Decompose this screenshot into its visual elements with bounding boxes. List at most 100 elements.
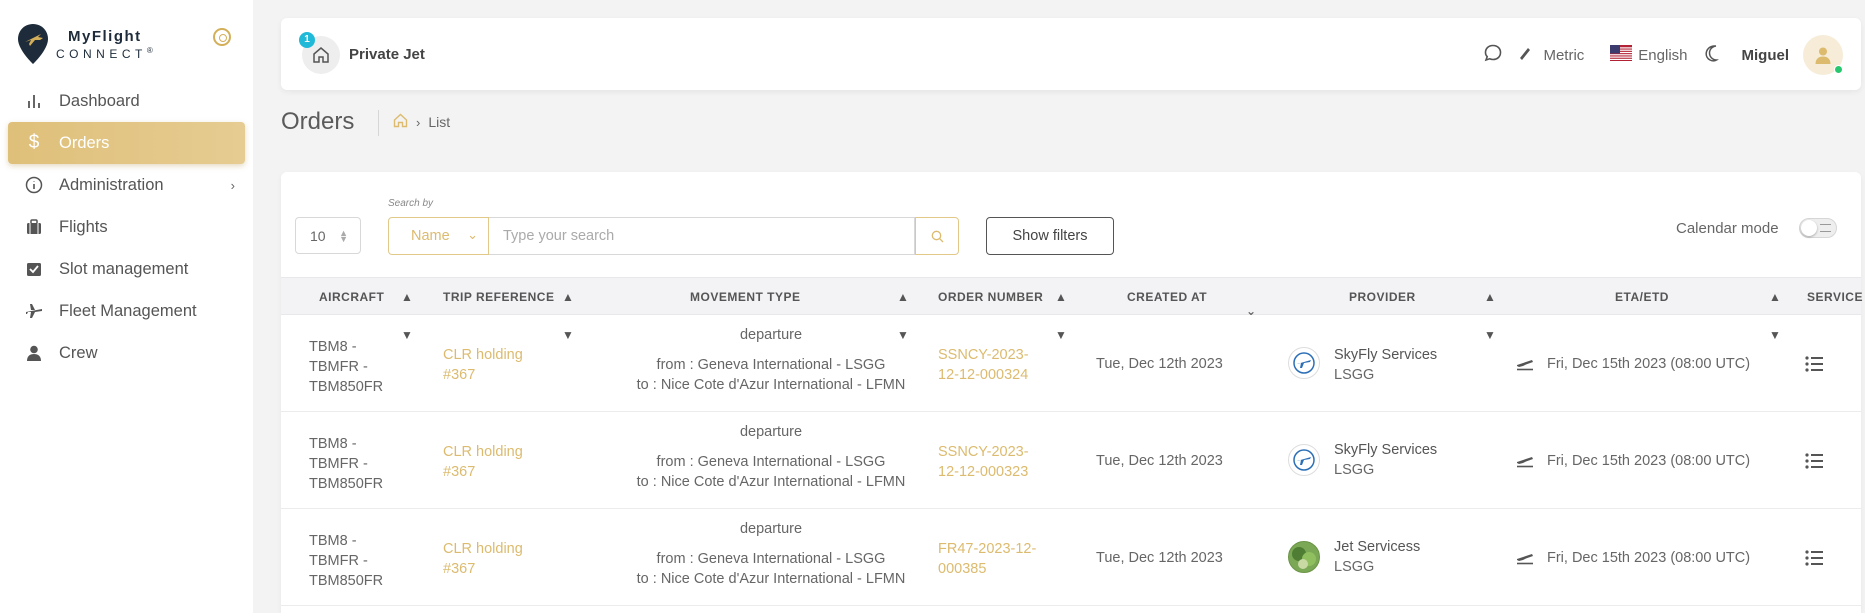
column-header-provider[interactable]: PROVIDER [1349, 278, 1416, 316]
search-button[interactable] [915, 217, 959, 255]
provider-cell: SkyFly Services LSGG [1334, 347, 1438, 383]
user-name[interactable]: Miguel [1742, 47, 1790, 64]
provider-cell: Jet Servicess LSGG [1334, 539, 1421, 575]
notification-badge: 1 [299, 32, 315, 48]
sidebar-item-label: Slot management [59, 259, 189, 278]
sort-icon[interactable]: ▲ ▼ [1055, 278, 1067, 342]
list-icon[interactable] [1804, 452, 1824, 470]
search-field-value: Name [411, 228, 450, 244]
eta-cell: Fri, Dec 15th 2023 (08:00 UTC) [1547, 453, 1751, 469]
us-flag-icon[interactable] [1610, 45, 1633, 65]
column-header-aircraft[interactable]: AIRCRAFT [319, 278, 384, 316]
organization-name: Private Jet [349, 46, 425, 63]
dollar-icon: $ [28, 132, 40, 153]
search-label: Search by [388, 198, 434, 209]
avatar[interactable] [1803, 35, 1843, 75]
orders-card: 10 ▲▼ Search by Name ⌄ Show filters Cale… [281, 172, 1863, 613]
calendar-mode-toggle[interactable] [1799, 218, 1837, 238]
plane-departure-icon [1517, 360, 1533, 371]
chevron-down-icon: ⌄ [467, 227, 478, 242]
sort-updown-icon: ▲ ▼ [339, 228, 348, 244]
sort-icon[interactable]: ▲ ▼ [1484, 278, 1496, 342]
sidebar-item-orders[interactable]: $ Orders [8, 122, 245, 164]
sidebar-item-label: Flights [59, 217, 108, 236]
provider-logo [1288, 541, 1320, 573]
ruler-icon[interactable] [1517, 45, 1533, 65]
user-icon [1815, 47, 1831, 64]
top-bar-actions: Metric English Miguel [1469, 35, 1843, 75]
page-size-value: 10 [310, 228, 326, 244]
provider-logo [1288, 444, 1320, 476]
sidebar-item-slot-management[interactable]: Slot management [8, 248, 245, 290]
aircraft-cell: TBM8 - TBMFR - TBM850FR [309, 533, 384, 589]
sort-icon[interactable]: ▲ ▼ [562, 278, 574, 342]
search-field-select[interactable]: Name ⌄ [388, 217, 489, 255]
logo-subtitle: CONNECT® [56, 45, 153, 61]
sidebar-item-label: Fleet Management [59, 301, 197, 320]
logo-pin-icon [18, 24, 48, 64]
search-group: Name ⌄ [388, 217, 959, 255]
show-filters-button[interactable]: Show filters [986, 217, 1114, 255]
order-number-link[interactable]: FR47-2023-12- 000385 [938, 539, 1048, 579]
sidebar-item-label: Administration [59, 175, 164, 194]
sidebar-nav: Dashboard $ Orders Administration › Flig… [0, 80, 253, 374]
moon-icon[interactable] [1704, 44, 1722, 66]
sort-icon[interactable]: ▲ ▼ [897, 278, 909, 342]
column-header-movement-type[interactable]: MOVEMENT TYPE [690, 278, 801, 316]
column-header-services[interactable]: SERVICE [1807, 278, 1863, 316]
sidebar-collapse-toggle[interactable] [213, 28, 231, 46]
table-header: AIRCRAFT ▲ ▼ TRIP REFERENCE ▲ ▼ MOVEMENT T… [281, 277, 1863, 342]
list-icon [1820, 224, 1831, 232]
provider-logo [1288, 347, 1320, 379]
table-row[interactable]: TBM8 - TBMFR - TBM850FR CLR holding #367 de… [281, 412, 1861, 509]
eta-cell: Fri, Dec 15th 2023 (08:00 UTC) [1547, 356, 1751, 372]
order-number-link[interactable]: SSNCY-2023- 12-12-000324 [938, 345, 1048, 385]
sidebar: MyFlight CONNECT® Dashboard $ Orders Adm… [0, 0, 253, 613]
plane-departure-icon [1517, 554, 1533, 565]
chevron-right-icon: › [230, 178, 235, 193]
page-size-select[interactable]: 10 ▲ ▼ [295, 217, 361, 254]
plane-icon [23, 300, 45, 322]
sidebar-item-label: Orders [59, 133, 110, 152]
created-at-cell: Tue, Dec 12th 2023 [1096, 453, 1223, 469]
search-input[interactable] [489, 217, 915, 255]
sidebar-item-label: Dashboard [59, 91, 140, 110]
calendar-check-icon [23, 258, 45, 280]
provider-cell: SkyFly Services LSGG [1334, 442, 1438, 478]
order-number-link[interactable]: SSNCY-2023- 12-12-000323 [938, 442, 1048, 482]
person-icon [23, 342, 45, 364]
app-logo[interactable]: MyFlight CONNECT® [16, 22, 153, 66]
sidebar-item-label: Crew [59, 343, 98, 362]
sidebar-item-administration[interactable]: Administration › [8, 164, 245, 206]
column-header-order-number[interactable]: ORDER NUMBER [938, 278, 1043, 316]
sort-icon[interactable]: ▲ ▼ [1769, 278, 1781, 342]
table-row[interactable]: TBM8 - TBMFR - TBM850FR CLR holding #367 de… [281, 509, 1861, 606]
sidebar-item-dashboard[interactable]: Dashboard [8, 80, 245, 122]
table-row[interactable]: TBM8 - TBMFR - TBM850FR CLR holding #367 de… [281, 315, 1861, 412]
sidebar-item-flights[interactable]: Flights [8, 206, 245, 248]
sidebar-item-crew[interactable]: Crew [8, 332, 245, 374]
online-status-dot [1834, 65, 1843, 74]
list-icon[interactable] [1804, 549, 1824, 567]
plane-departure-icon [1517, 457, 1533, 468]
home-icon [313, 47, 329, 63]
chat-icon[interactable] [1483, 43, 1503, 67]
column-header-eta-etd[interactable]: ETA/ETD [1615, 278, 1669, 316]
created-at-cell: Tue, Dec 12th 2023 [1096, 550, 1223, 566]
column-header-trip-reference[interactable]: TRIP REFERENCE [443, 278, 554, 316]
sidebar-item-fleet-management[interactable]: Fleet Management [8, 290, 245, 332]
suitcase-icon [23, 216, 45, 238]
language-selector[interactable]: English [1638, 47, 1687, 64]
created-at-cell: Tue, Dec 12th 2023 [1096, 356, 1223, 372]
breadcrumb: › List [393, 113, 450, 131]
info-icon [23, 174, 45, 196]
breadcrumb-divider [378, 110, 379, 136]
column-header-created-at[interactable]: CREATED AT [1127, 278, 1207, 316]
units-selector[interactable]: Metric [1543, 47, 1584, 64]
home-icon[interactable] [393, 113, 408, 131]
sort-icon[interactable]: ▲ ▼ [401, 278, 413, 342]
chevron-right-icon: › [416, 114, 421, 130]
eta-cell: Fri, Dec 15th 2023 (08:00 UTC) [1547, 550, 1751, 566]
list-icon[interactable] [1804, 355, 1824, 373]
aircraft-cell: TBM8 - TBMFR - TBM850FR [309, 339, 384, 395]
